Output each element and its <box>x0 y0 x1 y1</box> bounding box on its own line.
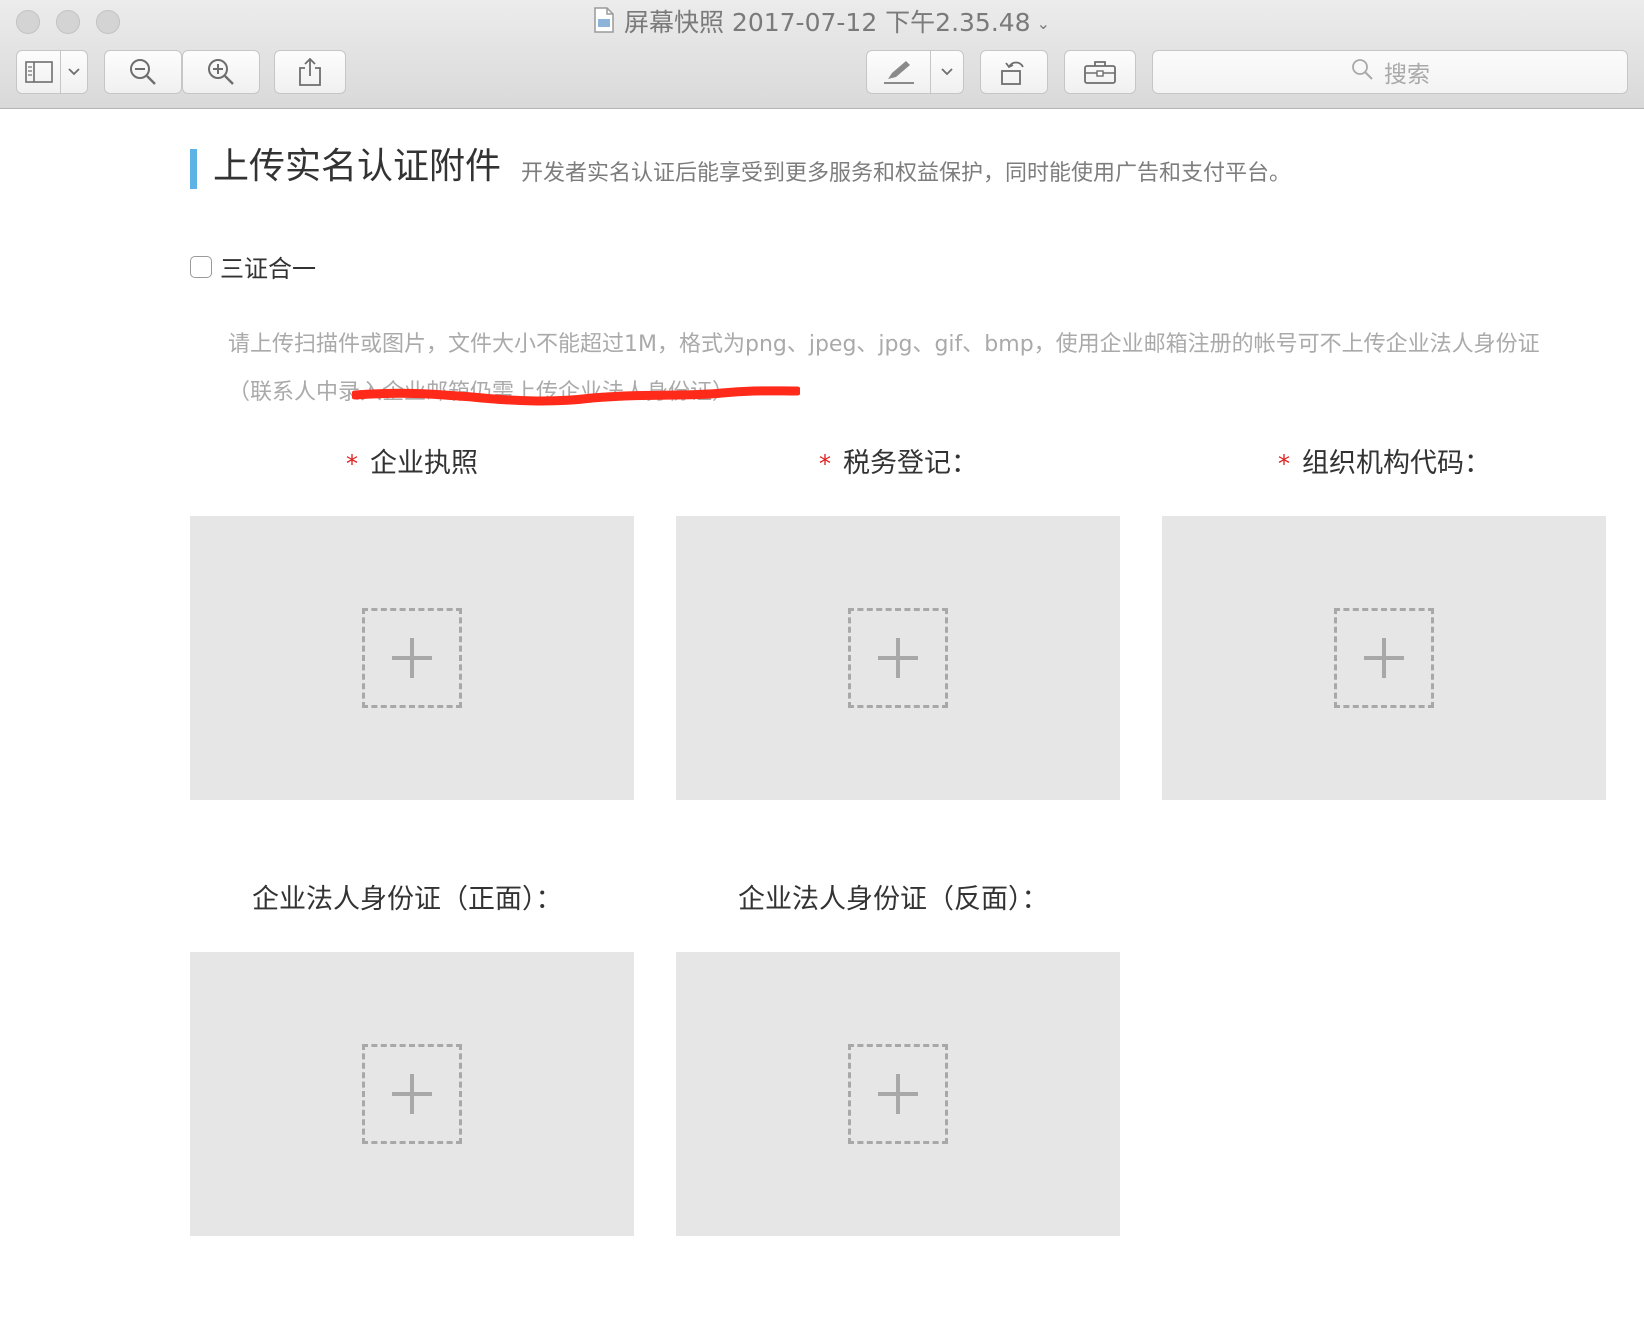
document-icon <box>594 6 614 42</box>
share-icon <box>297 57 323 87</box>
legal-id-front-label: 企业法人身份证（正面）： <box>252 884 563 915</box>
zoom-out-icon <box>128 57 158 87</box>
search-field[interactable]: 搜索 <box>1152 50 1628 94</box>
red-underline-annotation <box>352 386 800 406</box>
add-icon <box>1334 608 1434 708</box>
window-title[interactable]: 屏幕快照 2017-07-12 下午2.35.48 ⌄ <box>0 6 1644 42</box>
add-icon <box>848 1044 948 1144</box>
add-icon <box>362 1044 462 1144</box>
chevron-down-icon <box>60 51 87 93</box>
section-subtitle: 开发者实名认证后能享受到更多服务和权益保护，同时能使用广告和支付平台。 <box>521 161 1292 186</box>
sidebar-icon <box>17 51 60 93</box>
share-button[interactable] <box>274 50 346 94</box>
toolbox-button[interactable] <box>1064 50 1136 94</box>
required-asterisk: * <box>346 450 358 478</box>
search-placeholder: 搜索 <box>1384 62 1430 88</box>
markup-button[interactable] <box>866 50 964 94</box>
three-in-one-checkbox[interactable] <box>190 255 212 278</box>
tax-registration-upload[interactable] <box>676 516 1120 800</box>
upload-notice-line1: 请上传扫描件或图片，文件大小不能超过1M，格式为png、jpeg、jpg、gif… <box>228 332 1540 357</box>
organization-code-upload[interactable] <box>1162 516 1606 800</box>
markup-icon <box>867 51 930 93</box>
three-in-one-label: 三证合一 <box>220 255 316 283</box>
document-content: 上传实名认证附件 开发者实名认证后能享受到更多服务和权益保护，同时能使用广告和支… <box>0 109 1644 1338</box>
sidebar-toggle-button[interactable] <box>16 50 88 94</box>
tax-registration-label: * 税务登记： <box>819 446 978 482</box>
three-in-one-option[interactable]: 三证合一 <box>190 249 316 284</box>
add-icon <box>848 608 948 708</box>
legal-id-back-upload[interactable] <box>676 952 1120 1236</box>
window-titlebar: 屏幕快照 2017-07-12 下午2.35.48 ⌄ 搜索 <box>0 0 1644 109</box>
search-icon <box>1350 57 1384 87</box>
section-accent-bar <box>190 149 197 189</box>
business-license-text: 企业执照 <box>370 448 478 479</box>
zoom-in-icon <box>206 57 236 87</box>
tax-registration-text: 税务登记： <box>843 448 978 479</box>
rotate-icon <box>999 57 1029 87</box>
window-title-text: 屏幕快照 2017-07-12 下午2.35.48 <box>623 8 1031 37</box>
toolbox-icon <box>1083 59 1117 85</box>
rotate-button[interactable] <box>980 50 1048 94</box>
zoom-in-button[interactable] <box>182 50 260 94</box>
chevron-down-icon[interactable]: ⌄ <box>1037 7 1050 41</box>
add-icon <box>362 608 462 708</box>
chevron-down-icon <box>930 51 963 93</box>
organization-code-label: * 组织机构代码： <box>1278 446 1491 482</box>
required-asterisk: * <box>819 450 831 478</box>
business-license-upload[interactable] <box>190 516 634 800</box>
zoom-out-button[interactable] <box>104 50 182 94</box>
legal-id-front-upload[interactable] <box>190 952 634 1236</box>
legal-id-back-label: 企业法人身份证（反面）： <box>738 884 1049 915</box>
business-license-label: * 企业执照 <box>346 446 478 482</box>
section-title: 上传实名认证附件 <box>213 146 502 187</box>
required-asterisk: * <box>1278 450 1290 478</box>
organization-code-text: 组织机构代码： <box>1302 448 1491 479</box>
